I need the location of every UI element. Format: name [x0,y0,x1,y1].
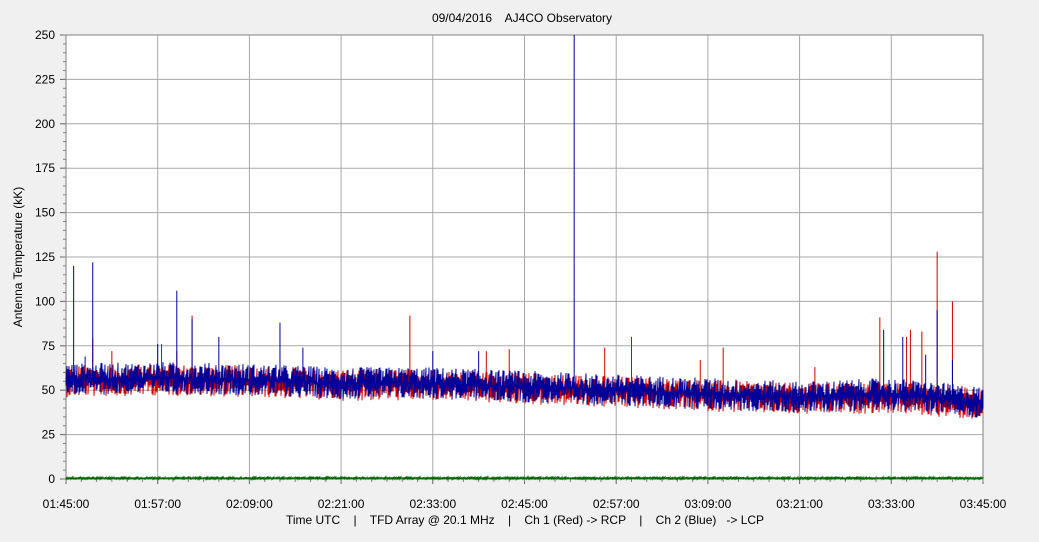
x-tick-label: 02:57:00 [593,497,640,511]
chart-svg: 09/04/2016 AJ4CO Observatory 01:45:00 01:… [0,0,1039,537]
y-tick-label: 250 [35,28,55,42]
y-tick-label: 100 [35,294,55,308]
x-tick-label: 02:09:00 [226,497,273,511]
x-tick-label: 02:45:00 [501,497,548,511]
x-tick-label: 03:45:00 [960,497,1007,511]
y-tick-label: 75 [42,339,56,353]
x-tick-label: 01:57:00 [134,497,181,511]
y-tick-label: 225 [35,72,55,86]
chart-window: 09/04/2016 AJ4CO Observatory 01:45:00 01:… [0,0,1039,537]
y-tick-label: 0 [48,472,55,486]
x-axis-label: Time UTC | TFD Array @ 20.1 MHz | Ch 1 (… [286,513,764,527]
chart-title: 09/04/2016 AJ4CO Observatory [432,11,612,25]
x-tick-label: 01:45:00 [43,497,90,511]
x-tick-label: 03:21:00 [776,497,823,511]
x-tick-label: 03:09:00 [685,497,732,511]
x-tick-label: 02:21:00 [318,497,365,511]
y-tick-label: 175 [35,161,55,175]
y-tick-label: 125 [35,250,55,264]
y-tick-label: 25 [42,428,56,442]
y-axis-label: Antenna Temperature (kK) [11,187,25,328]
y-tick-label: 200 [35,117,55,131]
x-tick-label: 02:33:00 [409,497,456,511]
y-tick-label: 50 [42,383,56,397]
y-tick-label: 150 [35,206,55,220]
x-tick-label: 03:33:00 [868,497,915,511]
